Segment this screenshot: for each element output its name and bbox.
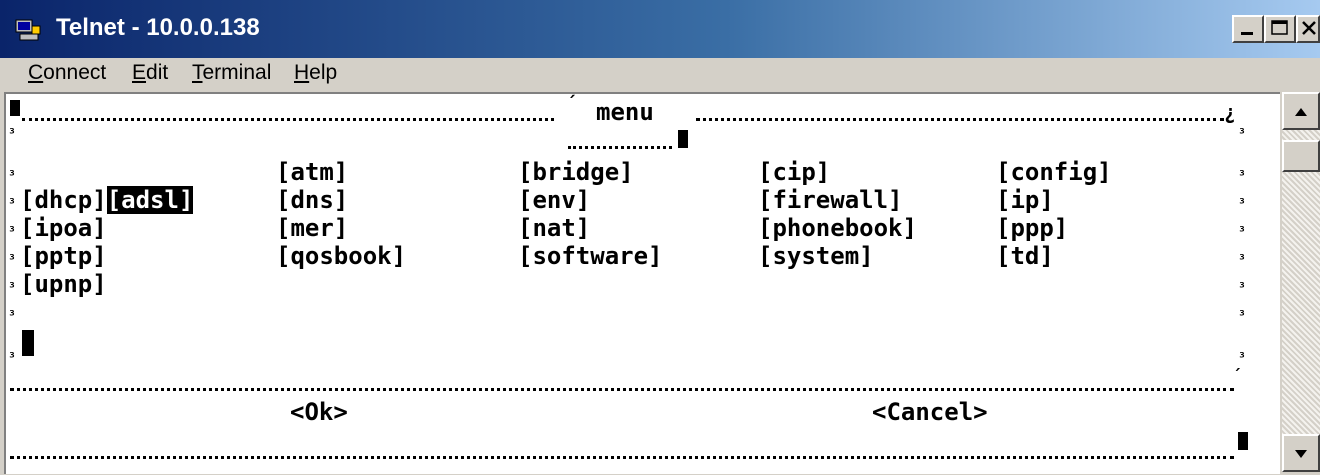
corner-block [10, 100, 20, 116]
menu-connect[interactable]: Connect [28, 61, 106, 85]
menu-item-td[interactable]: [td] [996, 242, 1054, 270]
close-icon [1302, 21, 1316, 35]
menu-item-bridge[interactable]: [bridge] [518, 158, 634, 186]
separator-tick: ´ [1232, 366, 1242, 385]
minimize-button[interactable] [1232, 15, 1264, 43]
frame-corner-tr: ¿ [1224, 100, 1237, 124]
menu-item-dns[interactable]: [dns] [276, 186, 348, 214]
menu-item-ipoa[interactable]: [ipoa] [20, 214, 107, 242]
frame-top-left [22, 118, 554, 121]
menu-item-qosbook[interactable]: [qosbook] [276, 242, 406, 270]
frame-right: ³³³³³³³³ [1238, 127, 1246, 366]
menu-item-nat[interactable]: [nat] [518, 214, 590, 242]
vertical-scrollbar[interactable] [1282, 92, 1320, 472]
menu-item-ip[interactable]: [ip] [996, 186, 1054, 214]
menu-item-env[interactable]: [env] [518, 186, 590, 214]
menu-title: menu [596, 98, 654, 126]
input-cursor [22, 330, 34, 356]
maximize-icon [1271, 20, 1288, 35]
menu-item-ppp[interactable]: [ppp] [996, 214, 1068, 242]
title-cursor [678, 130, 688, 148]
menu-terminal[interactable]: Terminal [192, 61, 271, 85]
minimize-icon [1241, 32, 1253, 35]
title-bar[interactable]: Telnet - 10.0.0.138 [0, 0, 1320, 58]
close-button[interactable] [1296, 15, 1320, 43]
title-underline [568, 146, 672, 149]
menu-item-dhcp[interactable]: [dhcp] [20, 186, 107, 214]
menu-bar: Connect Edit Terminal Help [0, 58, 1320, 90]
cancel-button[interactable]: <Cancel> [872, 398, 988, 426]
maximize-button[interactable] [1264, 15, 1296, 43]
arrow-down-icon [1295, 450, 1307, 458]
menu-item-firewall[interactable]: [firewall] [758, 186, 903, 214]
scroll-down-button[interactable] [1282, 434, 1320, 472]
bottom-cursor [1238, 432, 1248, 450]
menu-item-upnp[interactable]: [upnp] [20, 270, 107, 298]
telnet-window: Telnet - 10.0.0.138 Connect Edit Termina… [0, 0, 1320, 474]
scroll-up-button[interactable] [1282, 92, 1320, 130]
menu-item-atm[interactable]: [atm] [276, 158, 348, 186]
frame-left: ³³³³³³³³ [8, 127, 16, 366]
ok-button[interactable]: <Ok> [290, 398, 348, 426]
menu-item-cip[interactable]: [cip] [758, 158, 830, 186]
frame-top-right [696, 118, 1224, 121]
menu-item-pptp[interactable]: [pptp] [20, 242, 107, 270]
menu-item-adsl[interactable]: [adsl] [106, 186, 194, 214]
window-title: Telnet - 10.0.0.138 [56, 14, 260, 41]
arrow-up-icon [1295, 108, 1307, 116]
scroll-thumb[interactable] [1282, 140, 1320, 172]
frame-tick: ´ [566, 93, 577, 114]
frame-bottom [10, 456, 1234, 459]
menu-item-software[interactable]: [software] [518, 242, 663, 270]
menu-edit[interactable]: Edit [132, 61, 168, 85]
terminal-screen[interactable]: ´ menu ¿ ³³³³³³³³ ³³³³³³³³ [adsl] [atm] … [4, 92, 1280, 474]
menu-help[interactable]: Help [294, 61, 337, 85]
separator [10, 388, 1234, 391]
menu-item-system[interactable]: [system] [758, 242, 874, 270]
menu-item-phonebook[interactable]: [phonebook] [758, 214, 917, 242]
menu-item-config[interactable]: [config] [996, 158, 1112, 186]
menu-item-mer[interactable]: [mer] [276, 214, 348, 242]
telnet-computer-icon [14, 18, 42, 42]
